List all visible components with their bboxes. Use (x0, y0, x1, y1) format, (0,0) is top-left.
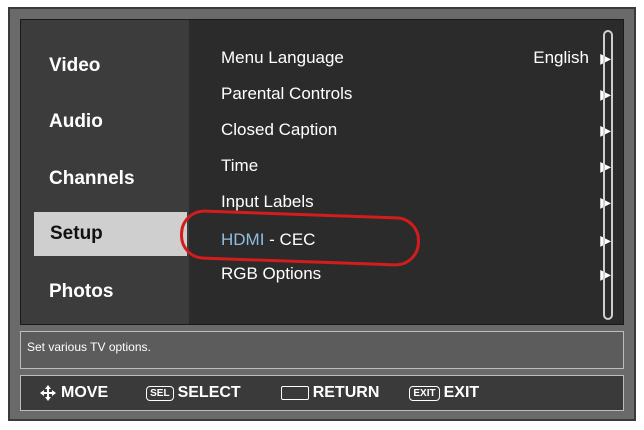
return-key-icon (280, 386, 309, 400)
hdmi-cec-annotation-circle (179, 208, 421, 268)
move-hint: MOVE (39, 384, 108, 402)
scrollbar[interactable] (603, 30, 613, 320)
return-hint: RETURN (280, 384, 379, 402)
help-text: Set various TV options. (27, 340, 151, 354)
menu-row-menu-language[interactable]: Menu Language English ▶ (221, 44, 611, 72)
select-hint: SEL SELECT (146, 384, 241, 402)
help-bar: Set various TV options. (20, 331, 624, 369)
menu-row-rgb-options[interactable]: RGB Options ▶ (221, 260, 611, 288)
settings-list: Menu Language English ▶ Parental Control… (189, 20, 623, 324)
sidebar: Video Audio Channels Setup Photos (21, 20, 189, 324)
menu-row-parental-controls[interactable]: Parental Controls ▶ (221, 80, 611, 108)
menu-panel: Video Audio Channels Setup Photos Menu L… (20, 19, 624, 325)
exit-key-icon: EXIT (409, 385, 440, 401)
menu-row-closed-caption[interactable]: Closed Caption ▶ (221, 116, 611, 144)
sidebar-item-video[interactable]: Video (21, 44, 189, 88)
move-icon (40, 385, 56, 401)
exit-hint: EXIT EXIT (409, 384, 479, 402)
footer-controls: MOVE SEL SELECT RETURN EXIT EXIT (20, 375, 624, 411)
sidebar-item-photos[interactable]: Photos (21, 270, 189, 314)
sidebar-item-audio[interactable]: Audio (21, 100, 189, 144)
sidebar-item-channels[interactable]: Channels (21, 157, 189, 201)
sel-key-icon: SEL (146, 385, 174, 401)
menu-row-time[interactable]: Time ▶ (221, 152, 611, 180)
sidebar-item-setup[interactable]: Setup (34, 212, 187, 256)
